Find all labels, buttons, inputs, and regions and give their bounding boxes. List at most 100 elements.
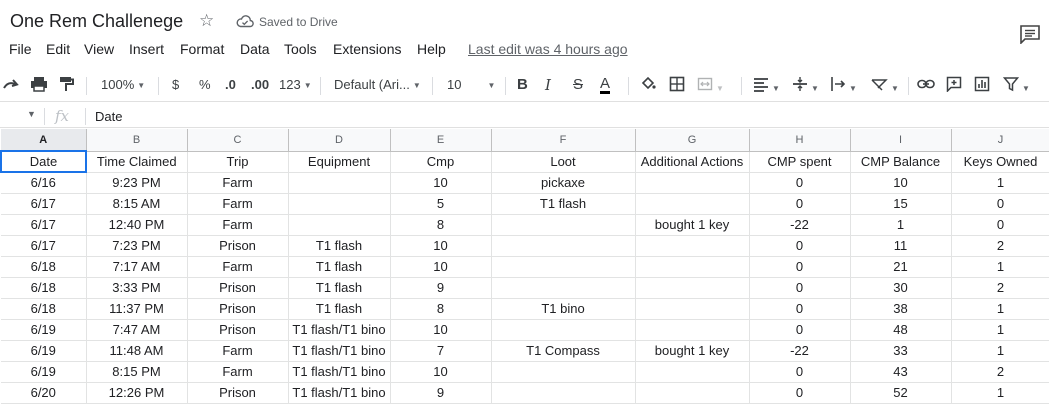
- table-cell[interactable]: 2: [951, 235, 1049, 257]
- table-cell[interactable]: 6/18: [1, 298, 87, 320]
- table-cell[interactable]: 0: [749, 172, 851, 194]
- header-cell[interactable]: Trip: [187, 151, 289, 173]
- document-title[interactable]: One Rem Challenege: [10, 11, 183, 32]
- table-cell[interactable]: [635, 298, 750, 320]
- table-cell[interactable]: T1 bino: [491, 298, 636, 320]
- table-cell[interactable]: 33: [850, 340, 952, 362]
- table-cell[interactable]: -22: [749, 214, 851, 236]
- table-cell[interactable]: 6/19: [1, 340, 87, 362]
- table-cell[interactable]: 6/20: [1, 382, 87, 404]
- filter-icon[interactable]: ▼: [1002, 76, 1030, 98]
- table-cell[interactable]: [491, 256, 636, 278]
- table-cell[interactable]: T1 flash/T1 bino: [288, 382, 391, 404]
- header-cell[interactable]: CMP spent: [749, 151, 851, 173]
- table-cell[interactable]: [635, 382, 750, 404]
- table-cell[interactable]: 0: [749, 256, 851, 278]
- table-cell[interactable]: T1 Compass: [491, 340, 636, 362]
- table-cell[interactable]: 7:47 AM: [86, 319, 188, 341]
- table-cell[interactable]: 15: [850, 193, 952, 215]
- table-cell[interactable]: 12:40 PM: [86, 214, 188, 236]
- table-cell[interactable]: [491, 382, 636, 404]
- table-cell[interactable]: [288, 193, 391, 215]
- table-cell[interactable]: 11:48 AM: [86, 340, 188, 362]
- table-cell[interactable]: Farm: [187, 172, 289, 194]
- table-cell[interactable]: [635, 193, 750, 215]
- column-header-c[interactable]: C: [187, 129, 289, 152]
- text-rotation-icon[interactable]: ▼: [870, 76, 899, 98]
- table-cell[interactable]: [635, 256, 750, 278]
- table-cell[interactable]: 7:17 AM: [86, 256, 188, 278]
- name-box-dropdown[interactable]: ▼: [27, 109, 36, 119]
- header-cell[interactable]: Equipment: [288, 151, 391, 173]
- insert-link-icon[interactable]: [917, 76, 935, 97]
- table-cell[interactable]: 6/18: [1, 256, 87, 278]
- table-cell[interactable]: T1 flash/T1 bino: [288, 361, 391, 383]
- menu-insert[interactable]: Insert: [129, 41, 164, 57]
- table-cell[interactable]: Farm: [187, 361, 289, 383]
- table-cell[interactable]: 0: [749, 235, 851, 257]
- table-cell[interactable]: 11:37 PM: [86, 298, 188, 320]
- menu-help[interactable]: Help: [417, 41, 446, 57]
- table-cell[interactable]: 2: [951, 277, 1049, 299]
- table-cell[interactable]: T1 flash: [288, 298, 391, 320]
- table-cell[interactable]: 10: [390, 172, 492, 194]
- table-cell[interactable]: [288, 172, 391, 194]
- text-wrap-icon[interactable]: ▼: [830, 76, 857, 98]
- table-cell[interactable]: 10: [390, 235, 492, 257]
- header-cell[interactable]: Cmp: [390, 151, 492, 173]
- table-cell[interactable]: Farm: [187, 256, 289, 278]
- table-cell[interactable]: [635, 361, 750, 383]
- table-cell[interactable]: 0: [951, 214, 1049, 236]
- menu-extensions[interactable]: Extensions: [333, 41, 401, 57]
- table-cell[interactable]: [635, 235, 750, 257]
- table-cell[interactable]: [288, 214, 391, 236]
- percent-format-button[interactable]: %: [199, 76, 211, 94]
- borders-icon[interactable]: [669, 76, 685, 97]
- table-cell[interactable]: [491, 361, 636, 383]
- horizontal-align-icon[interactable]: ▼: [753, 76, 780, 98]
- table-cell[interactable]: Farm: [187, 193, 289, 215]
- header-cell[interactable]: Keys Owned: [951, 151, 1049, 173]
- redo-icon[interactable]: [2, 76, 20, 97]
- table-cell[interactable]: 0: [749, 319, 851, 341]
- table-cell[interactable]: 1: [951, 172, 1049, 194]
- table-cell[interactable]: 8:15 PM: [86, 361, 188, 383]
- strikethrough-button[interactable]: S: [573, 76, 583, 94]
- header-cell[interactable]: Time Claimed: [86, 151, 188, 173]
- table-cell[interactable]: 6/16: [1, 172, 87, 194]
- paint-format-icon[interactable]: [58, 76, 74, 97]
- table-cell[interactable]: [491, 319, 636, 341]
- table-cell[interactable]: [491, 235, 636, 257]
- zoom-select[interactable]: 100% ▼: [101, 76, 145, 95]
- table-cell[interactable]: Prison: [187, 382, 289, 404]
- menu-view[interactable]: View: [84, 41, 114, 57]
- column-header-a[interactable]: A: [1, 129, 87, 152]
- table-cell[interactable]: pickaxe: [491, 172, 636, 194]
- table-cell[interactable]: [491, 277, 636, 299]
- table-cell[interactable]: T1 flash: [288, 235, 391, 257]
- table-cell[interactable]: 9: [390, 382, 492, 404]
- table-cell[interactable]: 6/19: [1, 319, 87, 341]
- menu-data[interactable]: Data: [240, 41, 270, 57]
- table-cell[interactable]: [635, 277, 750, 299]
- star-icon[interactable]: ☆: [199, 12, 214, 30]
- table-cell[interactable]: T1 flash: [288, 256, 391, 278]
- column-header-j[interactable]: J: [951, 129, 1049, 152]
- menu-tools[interactable]: Tools: [284, 41, 317, 57]
- table-cell[interactable]: 0: [749, 361, 851, 383]
- table-cell[interactable]: T1 flash/T1 bino: [288, 340, 391, 362]
- column-header-e[interactable]: E: [390, 129, 492, 152]
- table-cell[interactable]: 7:23 PM: [86, 235, 188, 257]
- table-cell[interactable]: 52: [850, 382, 952, 404]
- table-cell[interactable]: 30: [850, 277, 952, 299]
- menu-format[interactable]: Format: [180, 41, 224, 57]
- table-cell[interactable]: [635, 172, 750, 194]
- table-cell[interactable]: 9:23 PM: [86, 172, 188, 194]
- insert-chart-icon[interactable]: [974, 76, 990, 97]
- table-cell[interactable]: 38: [850, 298, 952, 320]
- merge-cells-icon[interactable]: ▼: [697, 76, 724, 98]
- table-cell[interactable]: 1: [951, 382, 1049, 404]
- table-cell[interactable]: 0: [749, 298, 851, 320]
- table-cell[interactable]: 12:26 PM: [86, 382, 188, 404]
- table-cell[interactable]: Prison: [187, 298, 289, 320]
